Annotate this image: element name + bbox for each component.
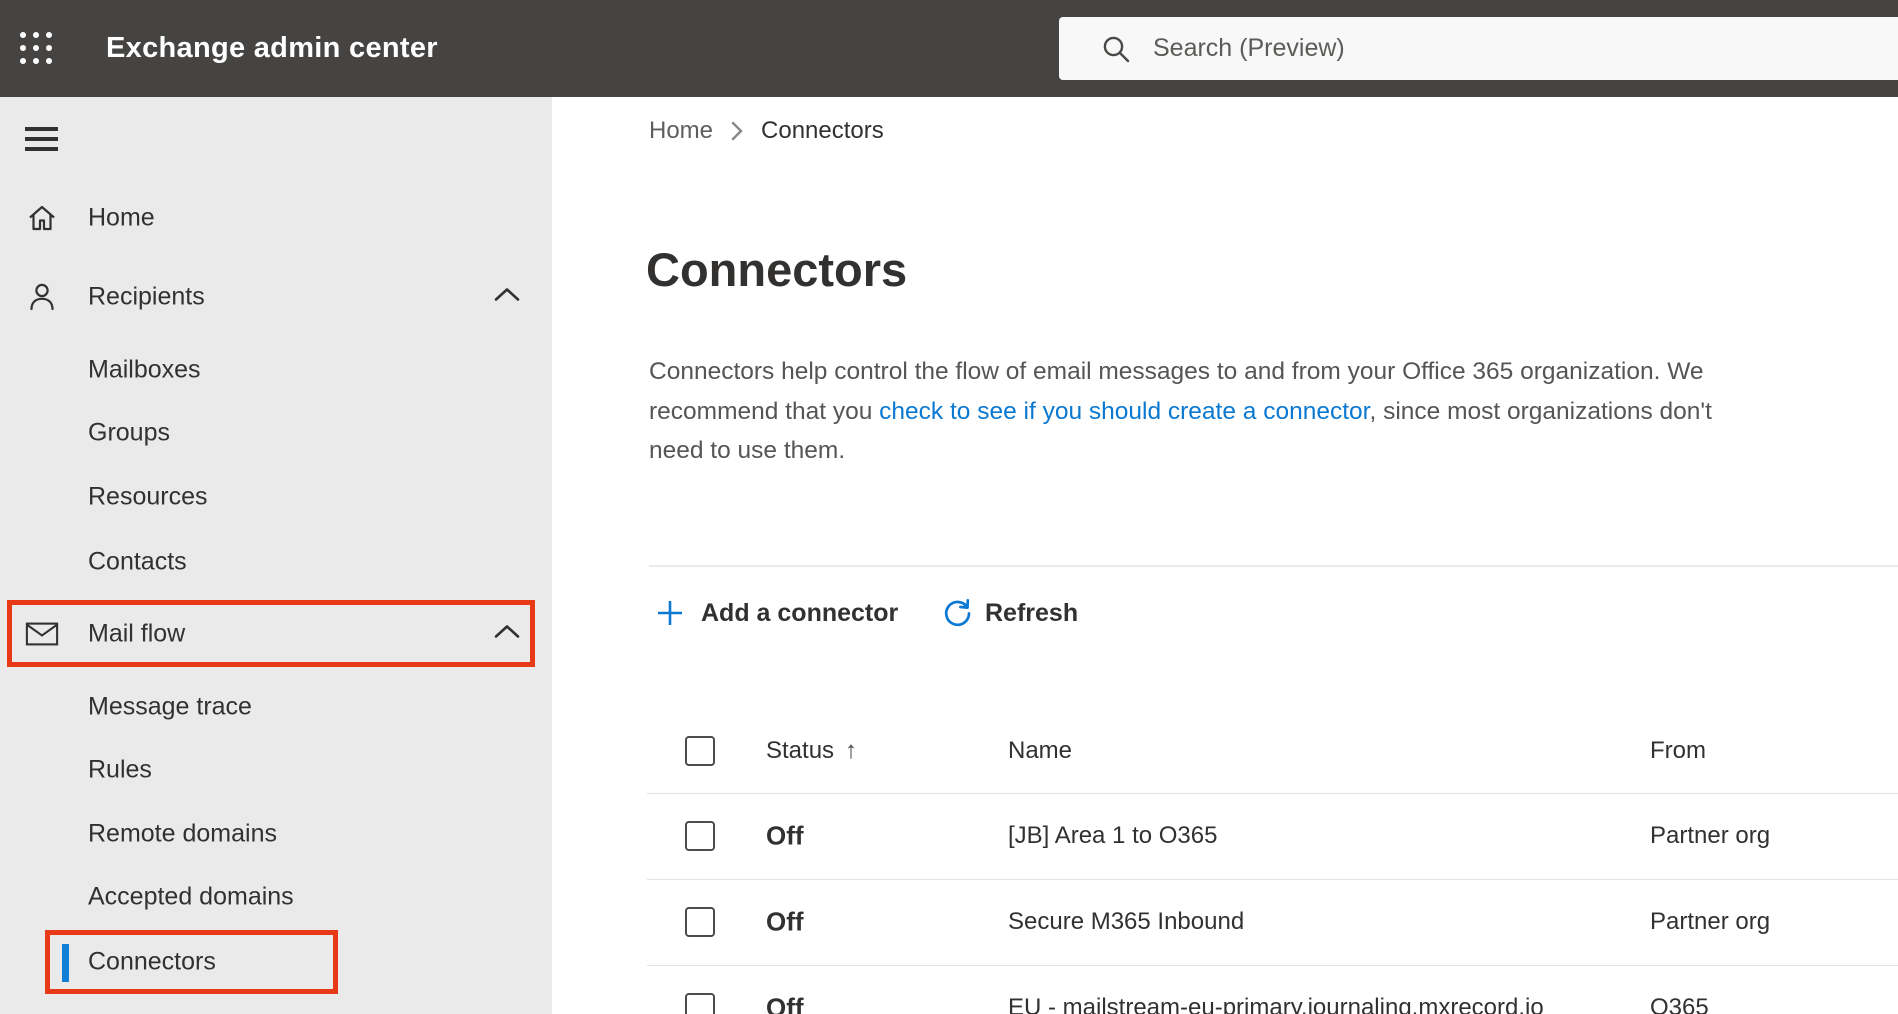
hamburger-menu-icon[interactable]: [25, 127, 58, 151]
chevron-right-icon: [730, 120, 744, 142]
row-checkbox[interactable]: [685, 907, 715, 937]
sidebar-item-resources[interactable]: Resources: [0, 465, 552, 529]
toolbar-divider: [649, 565, 1898, 567]
sort-ascending-icon[interactable]: ↑: [845, 737, 857, 765]
exchange-admin-center-window: Exchange admin center Home Rec: [0, 0, 1898, 1014]
sidebar-item-contacts[interactable]: Contacts: [0, 530, 552, 594]
annotation-box-mail-flow: [7, 600, 535, 667]
breadcrumb-home-link[interactable]: Home: [649, 117, 713, 145]
refresh-icon: [944, 598, 971, 626]
app-title: Exchange admin center: [106, 32, 438, 64]
create-connector-check-link[interactable]: check to see if you should create a conn…: [879, 398, 1369, 425]
person-icon: [25, 280, 59, 314]
page-description: Connectors help control the flow of emai…: [649, 358, 1712, 464]
plus-icon: [658, 601, 682, 625]
table-row[interactable]: Off [JB] Area 1 to O365 Partner org: [0, 793, 1898, 879]
refresh-button[interactable]: Refresh: [941, 585, 1078, 641]
top-app-bar: Exchange admin center: [0, 0, 1898, 97]
global-search-box[interactable]: [1059, 17, 1898, 80]
row-checkbox[interactable]: [685, 993, 715, 1014]
selected-item-indicator: [62, 944, 69, 982]
page-title: Connectors: [646, 243, 908, 296]
search-input[interactable]: [1153, 34, 1753, 63]
row-checkbox[interactable]: [685, 821, 715, 851]
chevron-up-icon[interactable]: [493, 287, 521, 308]
table-header-row: Status ↑ Name From: [0, 722, 1898, 780]
breadcrumb: Home Connectors: [649, 117, 884, 145]
home-icon: [25, 201, 59, 235]
sidebar-item-home[interactable]: Home: [0, 186, 552, 250]
add-connector-button[interactable]: Add a connector: [656, 585, 898, 641]
app-launcher-waffle-icon[interactable]: [20, 32, 60, 68]
column-header-from[interactable]: From: [1650, 737, 1706, 765]
column-header-status[interactable]: Status: [766, 737, 834, 765]
annotation-box-connectors: [45, 930, 338, 994]
select-all-checkbox[interactable]: [685, 736, 715, 766]
sidebar-item-recipients[interactable]: Recipients: [0, 265, 552, 329]
column-header-name[interactable]: Name: [1008, 737, 1072, 765]
breadcrumb-current: Connectors: [761, 117, 884, 144]
search-icon: [1103, 36, 1130, 62]
sidebar-item-mailboxes[interactable]: Mailboxes: [0, 338, 552, 402]
sidebar-item-groups[interactable]: Groups: [0, 401, 552, 465]
